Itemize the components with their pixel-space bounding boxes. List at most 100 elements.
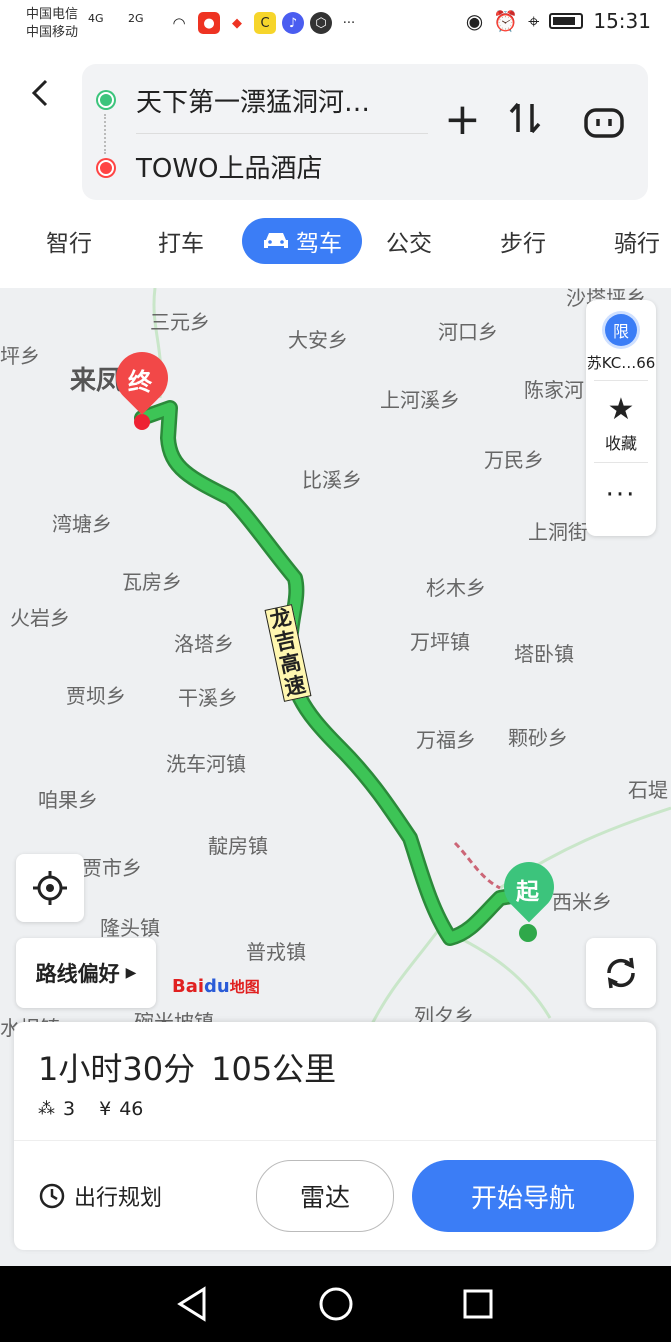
yuan-icon: ¥: [99, 1098, 112, 1120]
place-label: 万民乡: [484, 448, 544, 472]
place-label: 贾坝乡: [66, 684, 126, 708]
place-label: 比溪乡: [302, 468, 362, 492]
start-marker-label: 起: [516, 879, 539, 905]
route-summary-card[interactable]: 1小时30分 105公里 ⁂ 3 ¥ 46 出行规划 雷达 开始导航: [14, 1022, 656, 1250]
place-label: 颗砂乡: [508, 726, 568, 750]
place-label: 塔卧镇: [514, 642, 574, 666]
carrier-1: 中国电信: [26, 7, 79, 22]
status-bar: 中国电信 中国移动 4G 2G ◠ ● ◆ C ♪ ⬡ ··· ◉ ⏰ ⌖ 15…: [0, 0, 671, 48]
place-label: 万坪镇: [410, 630, 470, 654]
start-dot-icon: [98, 92, 114, 108]
shop-app-icon: C: [254, 12, 276, 34]
status-right: ◉ ⏰ ⌖ 15:31: [466, 9, 651, 33]
carrier-2: 中国移动: [26, 25, 79, 40]
tab-walk[interactable]: 步行: [500, 224, 546, 258]
back-nav-icon[interactable]: [176, 1286, 208, 1322]
card-divider: [14, 1140, 656, 1141]
route-header: 天下第一漂猛洞河… TOWO上品酒店 + 智行 打车 驾车 公交 步行 骑行: [0, 48, 671, 288]
tab-drive-label: 驾车: [296, 231, 342, 257]
end-marker-label: 终: [128, 368, 152, 396]
star-icon[interactable]: ★: [586, 392, 656, 427]
route-preference-button[interactable]: 路线偏好 ▶: [16, 938, 156, 1008]
place-label: 干溪乡: [178, 686, 238, 710]
shield-app-icon: ⬡: [310, 12, 332, 34]
locate-me-button[interactable]: [16, 854, 84, 922]
route-dashes: [104, 114, 106, 154]
car-settings-button[interactable]: [584, 106, 624, 147]
origin-field[interactable]: 天下第一漂猛洞河…: [136, 82, 370, 119]
recents-nav-icon[interactable]: [462, 1288, 494, 1320]
triangle-right-icon: ▶: [125, 965, 137, 981]
place-label: 杉木乡: [426, 576, 486, 600]
tab-taxi[interactable]: 打车: [158, 224, 204, 258]
trip-plan-button[interactable]: 出行规划: [38, 1180, 162, 1212]
route-duration: 1小时30分: [38, 1050, 196, 1088]
eye-icon: ◉: [465, 9, 484, 33]
route-eta: 1小时30分 105公里: [38, 1044, 336, 1090]
place-label: 三元乡: [150, 310, 210, 334]
map-side-panel: 限 苏KC…66 ★ 收藏 ···: [586, 300, 656, 536]
place-label: 洛塔乡: [174, 632, 234, 656]
place-label: 靛房镇: [208, 834, 268, 858]
crosshair-icon: [33, 871, 67, 905]
carrier-info: 中国电信 中国移动: [26, 6, 78, 42]
start-navigation-button[interactable]: 开始导航: [412, 1160, 634, 1232]
plate-number[interactable]: 苏KC…66: [586, 352, 656, 373]
place-label: 普戎镇: [246, 940, 306, 964]
network-2g-icon: 2G: [128, 12, 144, 25]
destination-field[interactable]: TOWO上品酒店: [136, 148, 323, 185]
place-label: 瓦房乡: [122, 570, 182, 594]
route-input-box: 天下第一漂猛洞河… TOWO上品酒店 +: [82, 64, 648, 200]
place-label: 西米乡: [552, 890, 612, 914]
panel-divider: [594, 380, 648, 381]
panel-divider: [594, 462, 648, 463]
system-nav-bar: [0, 1266, 671, 1342]
field-divider: [136, 133, 428, 134]
car-icon: [264, 233, 288, 248]
place-label: 咱果乡: [38, 788, 98, 812]
refresh-route-button[interactable]: [586, 938, 656, 1008]
place-label: 大安乡: [288, 328, 348, 352]
back-arrow-icon[interactable]: [30, 78, 50, 116]
wifi-icon: ◠: [172, 14, 186, 32]
network-4g-icon: 4G: [88, 12, 104, 25]
alarm-icon: ⏰: [493, 9, 519, 33]
maps-app-icon: ◆: [232, 15, 242, 31]
place-label: 湾塘乡: [52, 512, 112, 536]
tab-smart[interactable]: 智行: [46, 224, 92, 258]
home-nav-icon[interactable]: [318, 1286, 354, 1322]
tab-bus[interactable]: 公交: [386, 224, 432, 258]
place-label: 石堤: [628, 778, 668, 802]
toll-amount: 46: [119, 1098, 144, 1120]
tab-drive[interactable]: 驾车: [242, 218, 362, 264]
place-label: 贾市乡: [82, 856, 142, 880]
swap-route-button[interactable]: [508, 100, 542, 145]
route-distance: 105公里: [211, 1050, 337, 1088]
music-app-icon: ♪: [282, 12, 304, 34]
more-options-button[interactable]: ···: [586, 480, 656, 510]
tab-bike[interactable]: 骑行: [614, 224, 660, 258]
trip-plan-label: 出行规划: [74, 1186, 163, 1211]
refresh-icon: [607, 957, 635, 989]
place-label: 陈家河: [524, 378, 584, 402]
place-label: 火岩乡: [10, 606, 70, 630]
place-label: 洗车河镇: [166, 752, 246, 776]
plate-restriction-badge[interactable]: 限: [605, 314, 637, 346]
clock: 15:31: [593, 9, 651, 33]
place-label: 坪乡: [0, 344, 40, 368]
route-meta: ⁂ 3 ¥ 46: [38, 1098, 143, 1120]
more-notifications-icon: ···: [342, 15, 356, 31]
battery-icon: [549, 13, 584, 29]
place-label: 上洞街: [528, 520, 588, 544]
place-label: 隆头镇: [100, 916, 160, 940]
add-waypoint-button[interactable]: +: [444, 94, 481, 145]
baidu-map-logo: Baidu地图: [172, 976, 260, 997]
clock-icon: [39, 1183, 65, 1209]
mic-app-icon: ●: [198, 12, 220, 34]
place-label: 万福乡: [416, 728, 476, 752]
favorite-label[interactable]: 收藏: [586, 430, 656, 454]
route-preference-label: 路线偏好: [35, 962, 120, 986]
location-icon: ⌖: [528, 9, 540, 33]
paw-icon: du: [204, 976, 230, 997]
radar-button[interactable]: 雷达: [256, 1160, 394, 1232]
